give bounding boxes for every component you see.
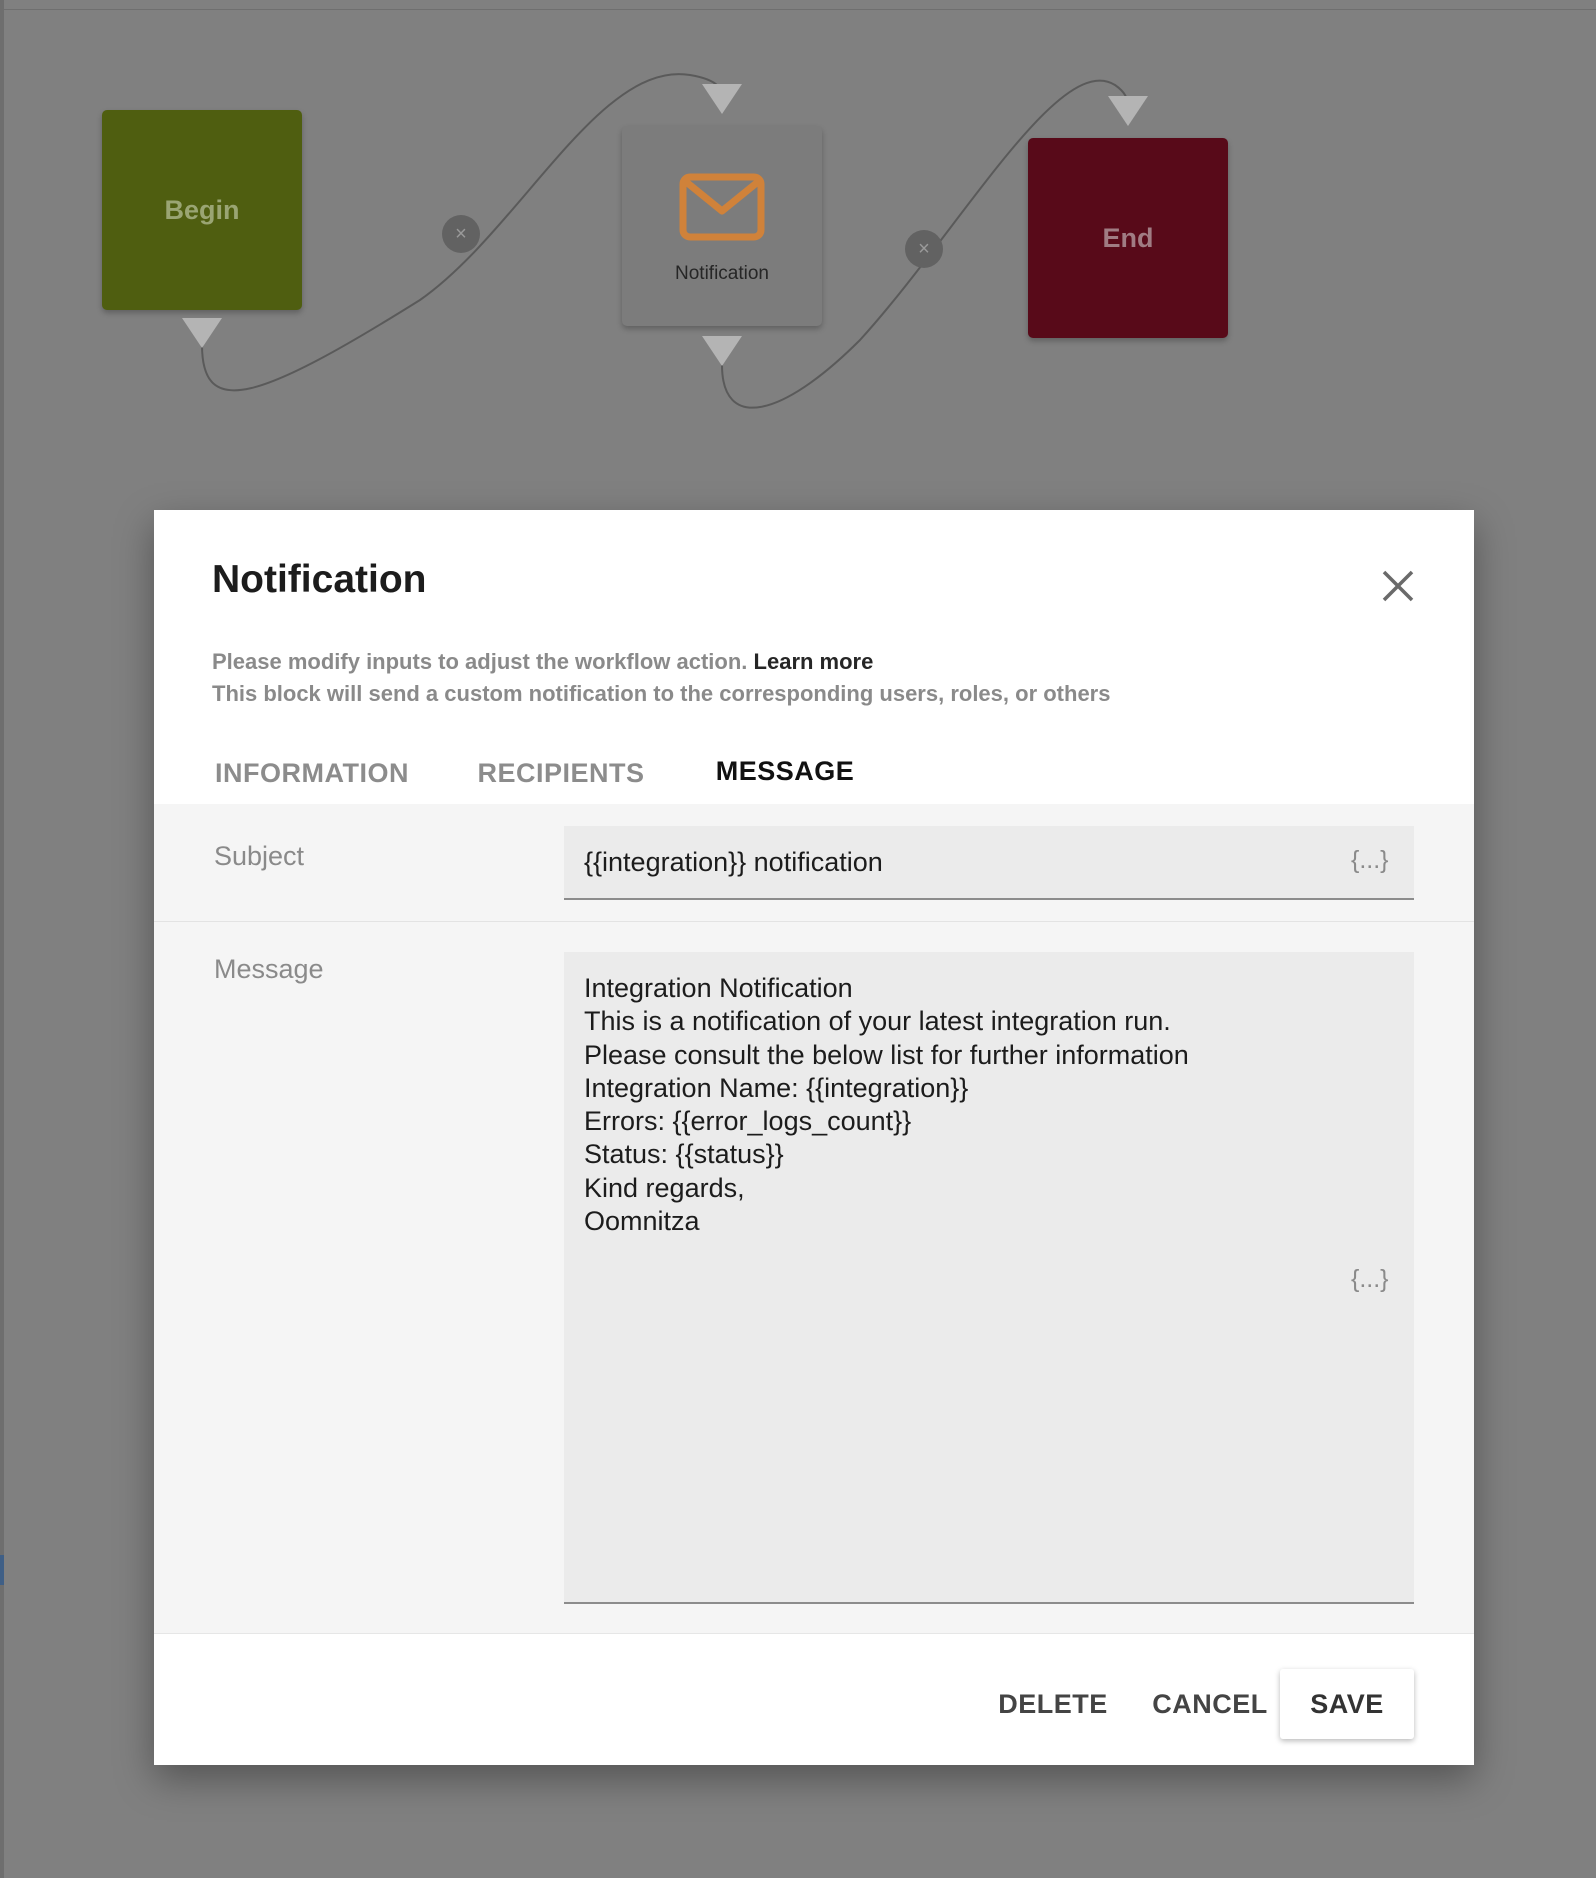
save-button[interactable]: SAVE (1280, 1669, 1414, 1739)
notification-node-label: Notification (675, 263, 769, 284)
row-divider (154, 921, 1474, 922)
close-icon: × (455, 222, 467, 245)
notification-dialog: Notification Please modify inputs to adj… (154, 510, 1474, 1765)
message-line: Kind regards, (584, 1172, 745, 1203)
delete-button[interactable]: DELETE (982, 1669, 1124, 1739)
insert-variable-button[interactable]: {...} (1351, 1265, 1389, 1294)
left-edge-accent (0, 1555, 4, 1585)
message-line: Status: {{status}} (584, 1139, 784, 1170)
begin-output-connector[interactable] (182, 318, 222, 348)
dialog-title: Notification (212, 558, 427, 601)
message-textarea[interactable]: Integration Notification This is a notif… (564, 952, 1414, 1604)
message-line: Errors: {{error_logs_count}} (584, 1106, 912, 1137)
begin-node[interactable]: Begin (102, 110, 302, 310)
learn-more-link[interactable]: Learn more (754, 649, 874, 674)
subject-input[interactable] (564, 826, 1344, 898)
description-line-2: This block will send a custom notificati… (212, 681, 1111, 706)
workflow-canvas[interactable]: Begin Notification End × × (0, 0, 1596, 500)
remove-connection-button[interactable]: × (442, 215, 480, 253)
message-line: Please consult the below list for furthe… (584, 1039, 1189, 1070)
tab-information[interactable]: INFORMATION (212, 732, 412, 814)
message-content[interactable]: Integration Notification This is a notif… (584, 972, 1189, 1238)
dialog-footer: DELETE CANCEL SAVE (154, 1634, 1474, 1765)
envelope-icon (679, 173, 765, 241)
close-icon: × (918, 237, 930, 260)
message-line: Oomnitza (584, 1206, 700, 1237)
dialog-description: Please modify inputs to adjust the workf… (212, 646, 1110, 710)
begin-node-label: Begin (164, 194, 240, 225)
close-icon (1382, 570, 1414, 602)
message-line: This is a notification of your latest in… (584, 1006, 1171, 1037)
notification-node[interactable]: Notification (622, 126, 822, 326)
message-tab-panel: Subject {...} Message Integration Notifi… (154, 804, 1474, 1634)
dialog-tabs: INFORMATION RECIPIENTS MESSAGE (154, 732, 1474, 814)
end-input-connector[interactable] (1108, 96, 1148, 126)
subject-field[interactable]: {...} (564, 826, 1414, 900)
subject-label: Subject (214, 841, 305, 871)
insert-variable-button[interactable]: {...} (1351, 846, 1389, 875)
message-line: Integration Notification (584, 973, 853, 1003)
remove-connection-button[interactable]: × (905, 230, 943, 268)
end-node-label: End (1102, 222, 1154, 253)
notification-output-connector[interactable] (702, 336, 742, 366)
cancel-button[interactable]: CANCEL (1136, 1669, 1284, 1739)
message-label: Message (214, 954, 324, 984)
tab-recipients[interactable]: RECIPIENTS (466, 732, 656, 814)
message-line: Integration Name: {{integration}} (584, 1072, 969, 1103)
end-node[interactable]: End (1028, 138, 1228, 338)
tab-message[interactable]: MESSAGE (675, 732, 895, 814)
close-dialog-button[interactable] (1376, 564, 1420, 608)
description-line-1: Please modify inputs to adjust the workf… (212, 649, 874, 674)
notification-input-connector[interactable] (702, 84, 742, 114)
